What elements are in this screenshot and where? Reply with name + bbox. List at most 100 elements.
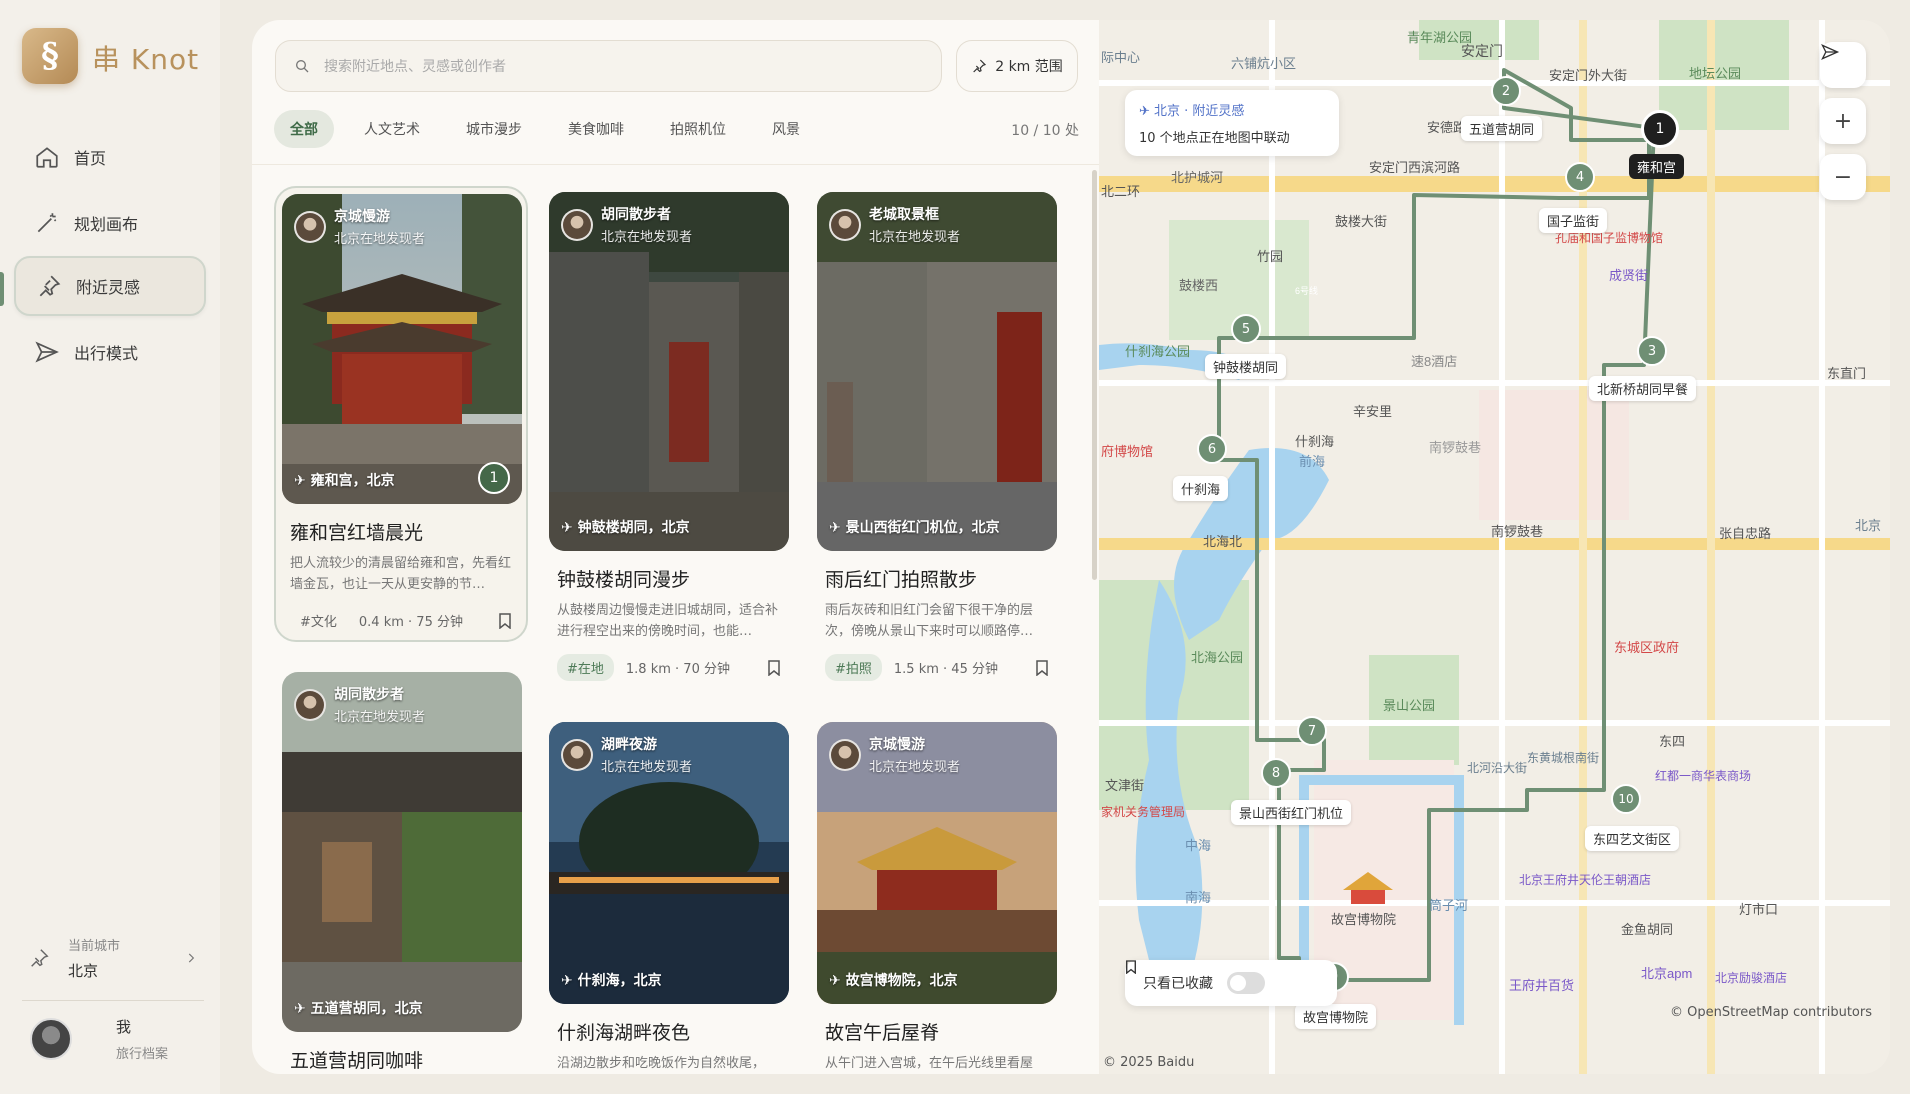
tab-photo[interactable]: 拍照机位 — [654, 110, 742, 148]
city-label: 当前城市 — [68, 939, 121, 954]
tab-scenery[interactable]: 风景 — [756, 110, 816, 148]
route-marker-5-label: 钟鼓楼胡同 — [1205, 354, 1287, 379]
route-marker-4[interactable]: 4 — [1565, 162, 1595, 192]
card-distance: 1.8 km · 70 分钟 — [625, 662, 730, 677]
info-line-2: 10 个地点正在地图中联动 — [1139, 131, 1290, 146]
app-logo[interactable]: § — [22, 28, 78, 84]
logo-glyph: § — [41, 36, 59, 76]
profile-sub: 旅行档案 — [116, 1047, 169, 1062]
hutong-photo — [549, 192, 789, 551]
place-label: 北海北 — [1203, 534, 1242, 549]
place-label: 什刹海 — [1295, 434, 1334, 449]
route-marker-2[interactable]: 2 — [1491, 76, 1521, 106]
card-location: ✈︎ 钟鼓楼胡同，北京 — [561, 520, 690, 536]
tab-food[interactable]: 美食咖啡 — [552, 110, 640, 148]
bookmark-icon[interactable] — [498, 612, 512, 629]
place-label: 安定门西滨河路 — [1369, 160, 1460, 175]
place-label: 灯市口 — [1739, 902, 1778, 917]
tab-city-walk[interactable]: 城市漫步 — [450, 110, 538, 148]
bookmark-icon[interactable] — [1035, 659, 1049, 676]
place-label: 张自忠路 — [1719, 526, 1771, 541]
card-meta: #在地 1.8 km · 70 分钟 — [557, 654, 781, 681]
range-button[interactable]: 2 km 范围 — [956, 40, 1078, 92]
minus-icon: − — [1833, 164, 1853, 190]
inspiration-card[interactable]: 胡同散步者 北京在地发现者 ✈︎ 钟鼓楼胡同，北京 钟鼓楼胡同漫步 从鼓楼周边慢慢… — [549, 192, 789, 681]
place-label: 速8酒店 — [1411, 354, 1457, 369]
place-label: 北京王府井天伦王朝酒店 — [1519, 872, 1651, 887]
route-marker-2-label: 五道营胡同 — [1461, 116, 1543, 141]
card-author: 京城慢游 北京在地发现者 — [294, 206, 425, 247]
card-location: ✈︎ 景山西街红门机位，北京 — [829, 520, 1000, 536]
place-label: 六铺炕小区 — [1231, 56, 1296, 71]
nav-travel[interactable]: 出行模式 — [14, 322, 206, 382]
search-input[interactable]: 搜索附近地点、灵感或创作者 — [275, 40, 942, 92]
nav-canvas[interactable]: 规划画布 — [14, 193, 206, 253]
route-marker-9-label: 故宫博物院 — [1295, 1004, 1377, 1029]
place-label: 什刹海公园 — [1125, 344, 1190, 359]
locate-button[interactable] — [1820, 42, 1866, 88]
card-distance: 1.5 km · 45 分钟 — [893, 662, 998, 677]
zoom-in-button[interactable]: + — [1820, 98, 1866, 144]
search-placeholder: 搜索附近地点、灵感或创作者 — [324, 59, 506, 75]
place-label: 王府井百货 — [1509, 978, 1574, 993]
zoom-out-button[interactable]: − — [1820, 154, 1866, 200]
street — [1269, 20, 1275, 1074]
card-author: 胡同散步者 北京在地发现者 — [294, 684, 425, 725]
profile[interactable]: 我 旅行档案 — [30, 1016, 168, 1062]
route-marker-5[interactable]: 5 — [1231, 314, 1261, 344]
place-label: 金鱼胡同 — [1621, 922, 1673, 937]
inspiration-card[interactable]: 京城慢游 北京在地发现者 ✈︎ 雍和宫，北京 1 雍和宫红墙晨光 把人流较少的清晨… — [274, 186, 528, 642]
place-label: 中海 — [1185, 838, 1211, 853]
map-baidu: © 2025 Baidu — [1103, 1055, 1195, 1070]
place-label: 北京 — [1855, 518, 1881, 533]
city-selector[interactable]: 当前城市 北京 — [28, 928, 198, 988]
info-line-1-text: 北京 · 附近灵感 — [1154, 104, 1245, 119]
avatar — [30, 1018, 72, 1060]
author-avatar — [561, 208, 593, 241]
place-label: 辛安里 — [1353, 404, 1392, 419]
inspiration-card[interactable]: 湖畔夜游 北京在地发现者 ✈︎ 什刹海，北京 什刹海湖畔夜色 沿湖边散步和吃晚饭作… — [549, 722, 789, 1074]
author-name: 胡同散步者 — [334, 687, 404, 703]
inspiration-card[interactable]: 胡同散步者 北京在地发现者 ✈︎ 五道营胡同，北京 五道营胡同咖啡 — [282, 672, 522, 1074]
card-location: ✈︎ 雍和宫，北京 — [294, 473, 395, 489]
only-saved-toggle[interactable]: 只看已收藏 — [1125, 960, 1337, 1006]
route-marker-10[interactable]: 10 — [1611, 784, 1641, 814]
card-location-text: 雍和宫，北京 — [310, 473, 395, 489]
card-image: 胡同散步者 北京在地发现者 ✈︎ 五道营胡同，北京 — [282, 672, 522, 1032]
place-label: 南海 — [1185, 890, 1211, 905]
card-title: 故宫午后屋脊 — [825, 1022, 940, 1044]
route-marker-1[interactable]: 1 — [1641, 110, 1679, 148]
nav-home[interactable]: 首页 — [14, 127, 206, 187]
map-view[interactable]: 际中心 六铺炕小区 青年湖公园 地坛公园 安定门 安德路 安定门西滨河路 北护城… — [1099, 20, 1890, 1074]
search-icon — [296, 60, 309, 73]
route-marker-8[interactable]: 8 — [1261, 758, 1291, 788]
route-marker-7[interactable]: 7 — [1297, 716, 1327, 746]
author-avatar — [294, 688, 326, 721]
info-line-1: ✈︎ 北京 · 附近灵感 — [1139, 104, 1245, 119]
toggle-switch[interactable] — [1227, 972, 1265, 994]
nearby-panel: 搜索附近地点、灵感或创作者 2 km 范围 全部 人文艺术 城市漫步 美食咖啡 … — [252, 20, 1099, 1074]
route-marker-6[interactable]: 6 — [1197, 434, 1227, 464]
tab-all[interactable]: 全部 — [274, 110, 334, 148]
card-author: 胡同散步者 北京在地发现者 — [561, 204, 692, 245]
card-location-text: 景山西街红门机位，北京 — [845, 520, 1000, 536]
card-desc: 从鼓楼周边慢慢走进旧城胡同，适合补进行程空出来的傍晚时间，也能… — [557, 603, 779, 639]
route-marker-3[interactable]: 3 — [1637, 336, 1667, 366]
tab-culture[interactable]: 人文艺术 — [348, 110, 436, 148]
inspiration-card[interactable]: 京城慢游 北京在地发现者 ✈︎ 故宫博物院，北京 故宫午后屋脊 从午门进入宫城，在… — [817, 722, 1057, 1074]
map-canvas: 际中心 六铺炕小区 青年湖公园 地坛公园 安定门 安德路 安定门西滨河路 北护城… — [1099, 20, 1890, 1074]
scrollbar[interactable] — [1092, 170, 1097, 580]
card-tag: #文化 — [300, 615, 337, 630]
send-icon — [35, 341, 59, 363]
author-name: 京城慢游 — [334, 209, 390, 225]
place-label: 安定门 — [1461, 43, 1503, 59]
author-avatar — [829, 738, 861, 771]
card-title: 雨后红门拍照散步 — [825, 569, 978, 591]
place-label: 南锣鼓巷 — [1429, 440, 1481, 455]
author-avatar — [829, 208, 861, 241]
nav-nearby[interactable]: 附近灵感 — [14, 256, 206, 316]
author-name: 胡同散步者 — [601, 207, 671, 223]
send-icon — [1821, 43, 1840, 61]
bookmark-icon[interactable] — [767, 659, 781, 676]
inspiration-card[interactable]: 老城取景框 北京在地发现者 ✈︎ 景山西街红门机位，北京 雨后红门拍照散步 雨后灰… — [817, 192, 1057, 681]
